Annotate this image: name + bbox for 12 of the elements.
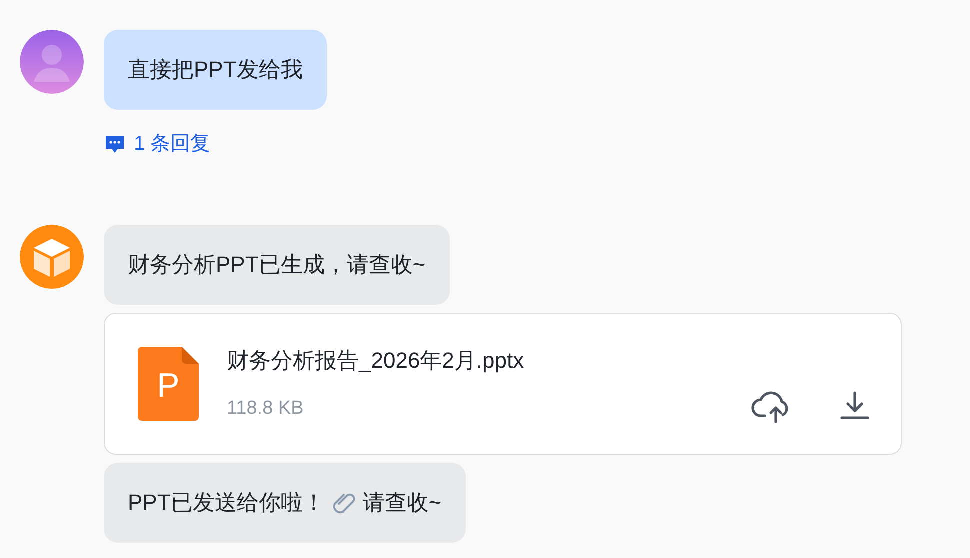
message-text: PPT已发送给你啦！ [128, 489, 325, 517]
file-card[interactable]: P 财务分析报告_2026年2月.pptx 118.8 KB [104, 313, 902, 455]
message-bubble: 直接把PPT发给我 [104, 30, 327, 110]
file-name: 财务分析报告_2026年2月.pptx [227, 347, 526, 375]
pptx-file-icon: P [138, 347, 199, 421]
message-bubble: 财务分析PPT已生成，请查收~ [104, 225, 450, 305]
cloud-upload-icon[interactable] [751, 390, 791, 424]
message-text: 请查收~ [362, 489, 442, 517]
user-avatar [20, 30, 84, 94]
file-size: 118.8 KB [227, 398, 305, 420]
cube-avatar [20, 225, 84, 289]
reply-link[interactable]: 1 条回复 [104, 130, 211, 157]
